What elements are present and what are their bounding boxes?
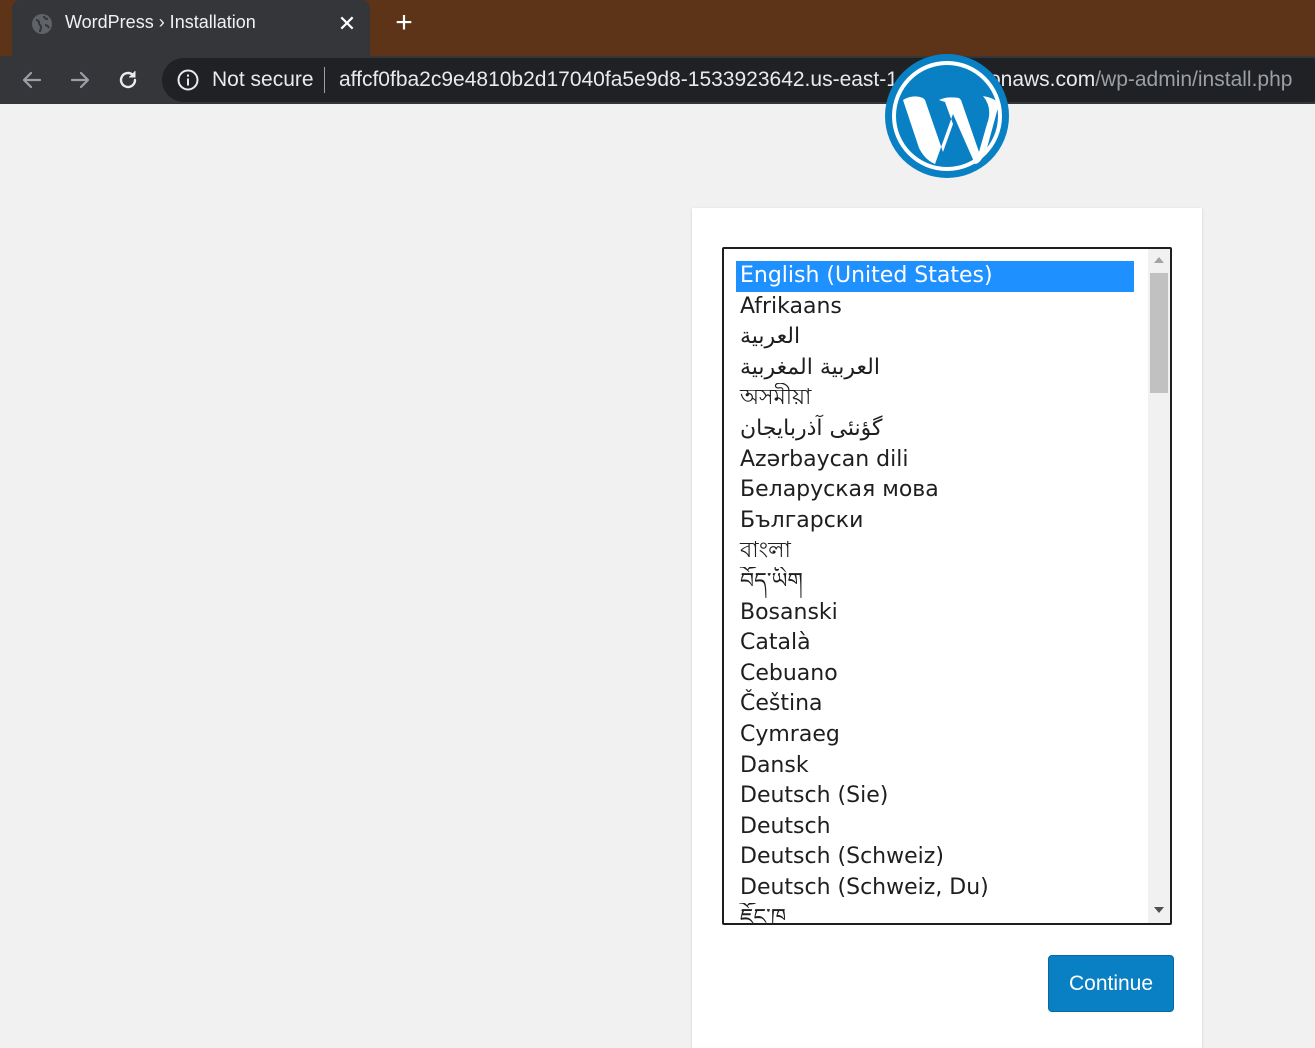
language-option[interactable]: Cebuano [736,659,1134,690]
language-option[interactable]: Čeština [736,689,1134,720]
omnibox-divider [324,67,325,93]
language-option[interactable]: བོད་ཡིག [736,567,1134,598]
language-option-label: Deutsch (Schweiz) [740,844,944,870]
continue-button[interactable]: Continue [1048,955,1174,1012]
language-option[interactable]: English (United States) [736,261,1134,292]
language-option[interactable]: Deutsch (Schweiz) [736,842,1134,873]
scrollbar[interactable] [1148,249,1170,923]
language-option[interactable]: Cymraeg [736,720,1134,751]
language-option[interactable]: العربية [736,322,1134,353]
new-tab-button[interactable]: + [389,8,419,38]
language-option-label: العربية [740,324,801,350]
language-option-label: Български [740,507,864,533]
arrow-right-icon [70,71,90,89]
language-option-label: العربية المغربية [740,354,880,380]
url-text[interactable]: affcf0fba2c9e4810b2d17040fa5e9d8-1533923… [339,68,1292,92]
browser-tab[interactable]: WordPress › Installation ✕ [12,0,370,56]
language-option-label: Deutsch (Sie) [740,783,889,809]
language-option-label: English (United States) [740,263,993,288]
language-option-label: বাংলা [740,538,791,564]
language-option[interactable]: گؤنئی آذربایجان [736,414,1134,445]
language-option[interactable]: العربية المغربية [736,353,1134,384]
security-status[interactable]: Not secure [212,68,314,92]
close-tab-icon[interactable]: ✕ [335,12,359,36]
reload-icon [119,71,137,89]
language-option-label: Deutsch (Schweiz, Du) [740,874,989,900]
language-option[interactable]: Català [736,628,1134,659]
language-option-label: Cebuano [740,660,838,686]
address-bar[interactable]: Not secure affcf0fba2c9e4810b2d17040fa5e… [162,58,1315,102]
language-option-label: অসমীয়া [740,385,812,411]
language-options: English (United States) Afrikaans العربية ا… [736,261,1134,925]
language-option[interactable]: অসমীয়া [736,383,1134,414]
language-option[interactable]: Azərbaycan dili [736,445,1134,476]
language-option-label: Беларуская мова [740,477,939,503]
wordpress-logo [885,54,1009,178]
language-option-label: گؤنئی آذربایجان [740,415,883,441]
back-button[interactable] [16,64,48,96]
language-option[interactable]: Dansk [736,751,1134,782]
scroll-up-icon[interactable] [1148,251,1170,269]
scroll-thumb[interactable] [1150,273,1168,393]
arrow-left-icon [22,71,42,89]
language-option[interactable]: ཇོང་ཁ [736,903,1134,925]
language-option-label: Čeština [740,691,823,717]
language-option-label: Azərbaycan dili [740,446,909,472]
browser-toolbar: Not secure affcf0fba2c9e4810b2d17040fa5e… [0,56,1315,104]
language-option-label: ཇོང་ཁ [740,905,787,925]
language-option[interactable]: Deutsch (Schweiz, Du) [736,873,1134,904]
language-option-label: Cymraeg [740,721,840,747]
language-option[interactable]: Bosanski [736,598,1134,629]
tab-strip: WordPress › Installation ✕ + [0,0,1315,56]
url-path: /wp-admin/install.php [1095,68,1293,91]
forward-button[interactable] [64,64,96,96]
language-option-label: Català [740,630,811,656]
scroll-down-icon[interactable] [1148,901,1170,919]
reload-button[interactable] [112,64,144,96]
language-option[interactable]: Deutsch [736,812,1134,843]
language-option-label: Afrikaans [740,293,842,319]
tab-title: WordPress › Installation [65,12,256,32]
language-option[interactable]: বাংলা [736,536,1134,567]
language-option[interactable]: Български [736,506,1134,537]
language-listbox[interactable]: English (United States) Afrikaans العربية ا… [722,247,1172,925]
language-option[interactable]: Беларуская мова [736,475,1134,506]
language-option-label: Dansk [740,752,809,778]
language-option[interactable]: Afrikaans [736,292,1134,323]
setup-card: English (United States) Afrikaans العربية ا… [692,208,1202,1048]
language-option-label: Bosanski [740,599,838,625]
info-icon[interactable] [176,68,200,92]
language-option-label: Deutsch [740,813,831,839]
language-option-label: བོད་ཡིག [740,568,803,594]
globe-icon [32,14,52,34]
language-option[interactable]: Deutsch (Sie) [736,781,1134,812]
